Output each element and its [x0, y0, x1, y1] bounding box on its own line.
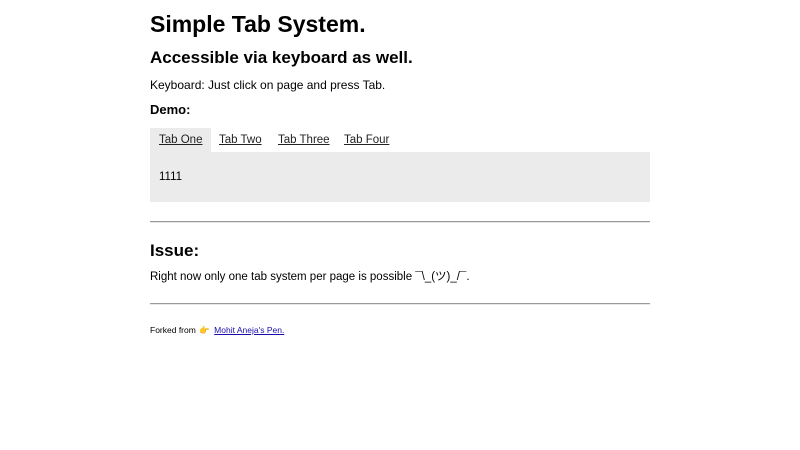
- divider: [150, 221, 650, 223]
- tab-two[interactable]: Tab Two: [219, 128, 262, 152]
- tab-panel-content: 1111: [159, 171, 183, 183]
- page-subtitle: Accessible via keyboard as well.: [150, 48, 413, 67]
- pointing-hand-icon: 👉: [199, 325, 210, 335]
- keyboard-instructions: Keyboard: Just click on page and press T…: [150, 78, 386, 92]
- demo-heading: Demo:: [150, 102, 191, 117]
- footer-credit: Forked from 👉 Mohit Aneja's Pen.: [150, 325, 284, 336]
- tab-three[interactable]: Tab Three: [278, 128, 330, 152]
- footer-prefix: Forked from: [150, 325, 196, 335]
- tab-four[interactable]: Tab Four: [344, 128, 389, 152]
- tab-one[interactable]: Tab One: [150, 128, 212, 152]
- page-title: Simple Tab System.: [150, 11, 366, 37]
- source-pen-link[interactable]: Mohit Aneja's Pen.: [214, 325, 284, 335]
- tab-bar: Tab One Tab Two Tab Three Tab Four: [150, 128, 650, 152]
- tab-panel: 1111: [150, 152, 650, 202]
- issue-description: Right now only one tab system per page i…: [150, 271, 470, 283]
- divider: [150, 303, 650, 305]
- issue-heading: Issue:: [150, 241, 200, 260]
